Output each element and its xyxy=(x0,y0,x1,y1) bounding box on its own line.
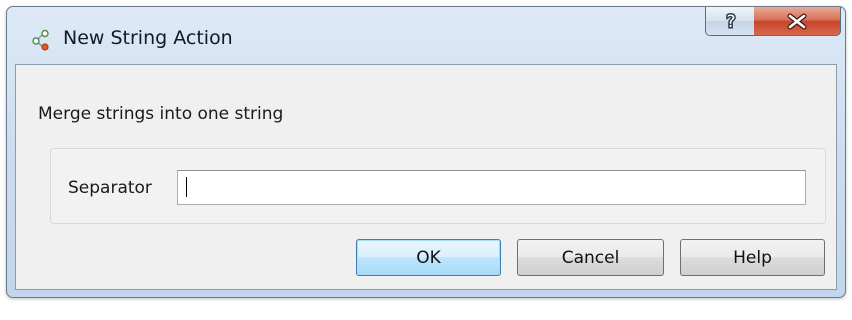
ok-button[interactable]: OK xyxy=(356,239,501,276)
separator-input[interactable] xyxy=(177,170,806,205)
text-cursor xyxy=(186,177,187,197)
help-caption-button[interactable]: ? xyxy=(705,7,755,36)
question-mark-icon: ? xyxy=(725,11,737,34)
close-caption-button[interactable] xyxy=(754,7,841,36)
title-bar[interactable]: New String Action ? xyxy=(7,7,845,64)
help-button[interactable]: Help xyxy=(680,239,825,276)
description-text: Merge strings into one string xyxy=(38,104,284,124)
cancel-button[interactable]: Cancel xyxy=(517,239,664,276)
connector-nodes-icon xyxy=(31,29,53,51)
close-icon xyxy=(787,13,807,30)
svg-text:?: ? xyxy=(726,12,735,32)
separator-label: Separator xyxy=(68,178,152,198)
window-title: New String Action xyxy=(63,27,233,49)
